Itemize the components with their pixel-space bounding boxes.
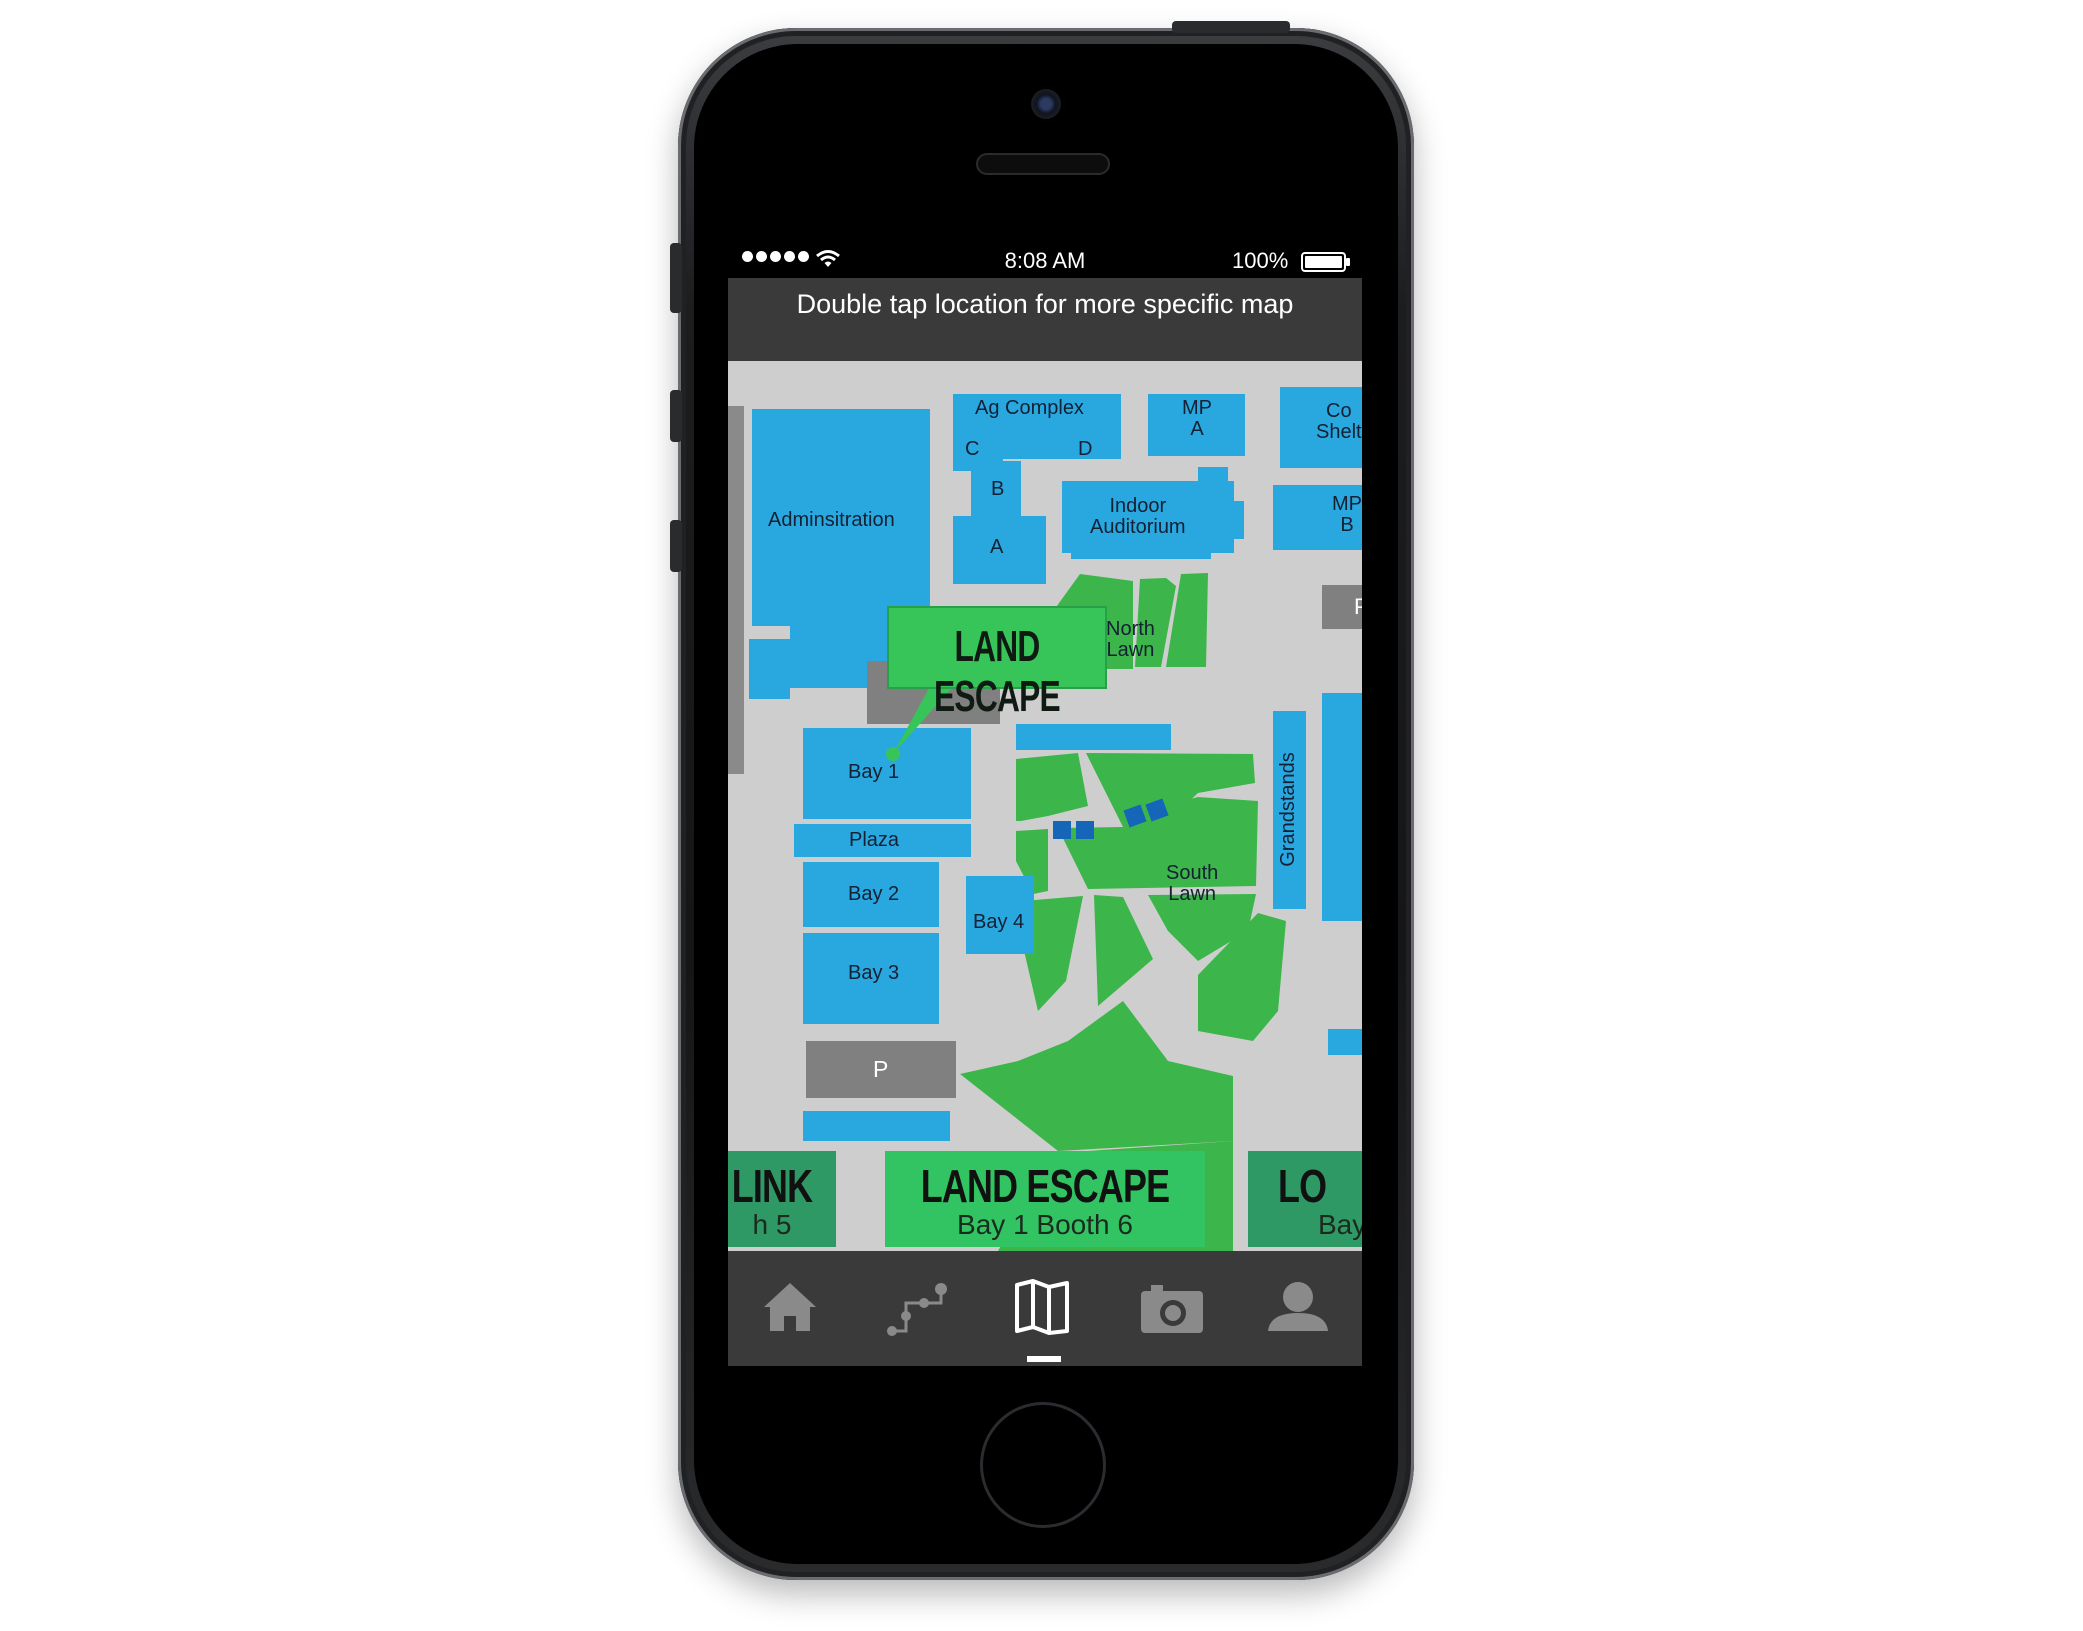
plaza-label: Plaza [849, 829, 900, 851]
building-small-east [1328, 1029, 1362, 1055]
tab-map[interactable] [1005, 1271, 1085, 1341]
map-canvas [728, 387, 1362, 1251]
mp-b-label: MP B [1332, 493, 1362, 536]
bay2-label: Bay 2 [848, 883, 900, 905]
exhibitor-booth: Bay [1318, 1209, 1362, 1240]
building-strip-north [1016, 724, 1171, 750]
exhibitor-booth: h 5 [752, 1209, 792, 1240]
ag-c-label: C [965, 438, 980, 460]
volume-down-button [670, 520, 682, 572]
venue-map[interactable]: Adminsitration Ag Complex C D B A MP A C… [728, 361, 1362, 1251]
exhibitor-name: LINK [731, 1160, 813, 1212]
administration-label: Adminsitration [768, 509, 895, 531]
grandstands-label: Grandstands [1276, 752, 1299, 867]
map-hint-text: Double tap location for more specific ma… [796, 289, 1294, 319]
home-icon [764, 1283, 816, 1331]
tab-profile[interactable] [1258, 1271, 1338, 1341]
volume-up-button [670, 390, 682, 442]
exhibitor-card-prev[interactable]: LINK h 5 [728, 1151, 836, 1247]
bay1-label: Bay 1 [848, 761, 900, 783]
exhibitor-callout-label: LAND ESCAPE [934, 622, 1061, 721]
tab-home[interactable] [750, 1271, 830, 1341]
exhibitor-booth: Bay 1 Booth 6 [957, 1209, 1133, 1240]
parking-right-label: P [1354, 594, 1362, 619]
route-icon [887, 1283, 947, 1336]
building-strip-east [1322, 693, 1362, 921]
exhibitor-card-current[interactable]: LAND ESCAPE Bay 1 Booth 6 [885, 1151, 1205, 1247]
exhibitor-name: LAND ESCAPE [920, 1160, 1170, 1212]
ag-d-label: D [1078, 438, 1093, 460]
profile-icon [1268, 1282, 1328, 1331]
exhibitor-callout[interactable]: LAND ESCAPE [887, 606, 1107, 721]
tab-route[interactable] [876, 1271, 956, 1341]
ag-a-label: A [990, 536, 1004, 558]
location-pin [886, 747, 900, 761]
front-camera [1031, 89, 1061, 119]
tab-camera[interactable] [1133, 1271, 1213, 1341]
exhibitor-name: LO [1278, 1160, 1327, 1212]
status-bar: 8:08 AM 100% [728, 243, 1362, 278]
parking-label: P [873, 1056, 889, 1082]
co-shelter-label: Co Shelt [1316, 400, 1362, 443]
south-lawn-label: South Lawn [1166, 862, 1219, 905]
home-button[interactable] [980, 1402, 1106, 1528]
map-hint-header: Double tap location for more specific ma… [728, 278, 1362, 361]
indoor-auditorium-label: Indoor Auditorium [1090, 495, 1186, 538]
bay4-label: Bay 4 [973, 911, 1025, 933]
mp-a-label: MP A [1182, 397, 1212, 440]
ag-b-label: B [991, 478, 1005, 500]
power-button [1172, 21, 1290, 33]
camera-icon [1141, 1285, 1203, 1333]
north-lawn-label: North Lawn [1106, 618, 1155, 661]
battery-percent: 100% [1232, 248, 1289, 273]
map-icon [1015, 1279, 1069, 1335]
bay3-label: Bay 3 [848, 962, 900, 984]
ag-complex-label: Ag Complex [975, 397, 1084, 419]
exhibitor-card-next[interactable]: LO Bay [1248, 1151, 1362, 1247]
mute-switch [670, 243, 682, 313]
battery-icon [1301, 252, 1350, 272]
tab-bar [728, 1251, 1362, 1366]
map-edge-strip [728, 406, 744, 774]
screen: 8:08 AM 100% Double tap location for mor… [728, 243, 1362, 1366]
active-tab-indicator [1027, 1356, 1061, 1362]
exhibitor-carousel[interactable]: LINK h 5 LAND ESCAPE Bay 1 Booth 6 LO Ba… [728, 1133, 1362, 1251]
earpiece-speaker [976, 153, 1110, 175]
